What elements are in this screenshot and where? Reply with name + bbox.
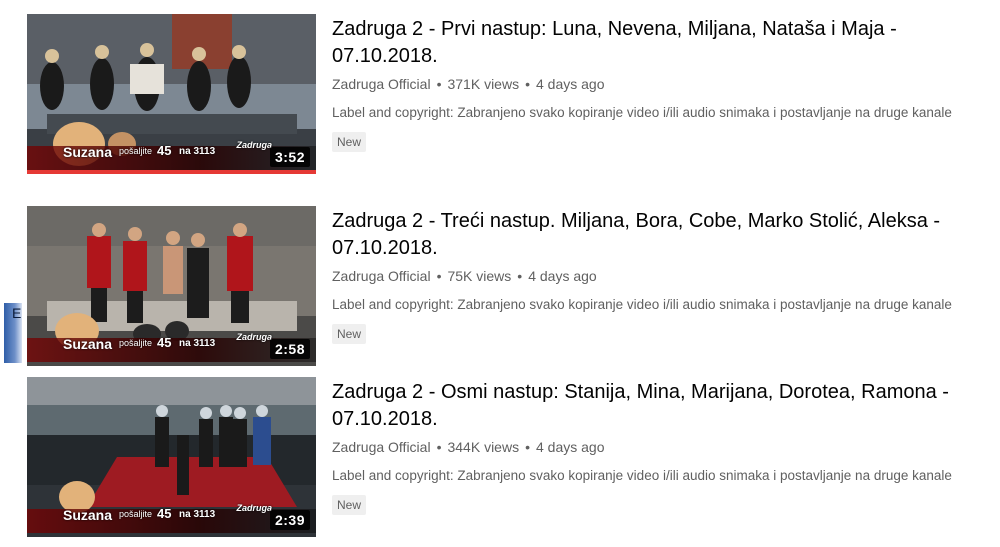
partial-side-element: E [4,303,22,363]
view-count: 75K views [447,268,512,284]
video-result[interactable]: Suzana pošaljite 45 na 3113 Zadruga 2:58… [27,206,1000,371]
video-thumbnail[interactable]: Suzana pošaljite 45 na 3113 Zadruga 2:58 [27,206,316,366]
separator-dot: • [436,439,442,455]
overlay-name: Suzana [63,144,113,160]
separator-dot: • [517,268,523,284]
video-duration: 2:58 [269,339,310,359]
video-results-list: E Suzana pošaljite 45 na 3113 Zadruga 3:… [0,0,1000,547]
video-title[interactable]: Zadruga 2 - Treći nastup. Miljana, Bora,… [332,208,1000,262]
new-badge: New [332,132,367,152]
overlay-name: Suzana [63,336,113,352]
overlay-name: Suzana [63,507,113,523]
overlay-send-text: pošaljite [119,338,153,348]
overlay-number: 45 [157,506,172,521]
video-title[interactable]: Zadruga 2 - Prvi nastup: Luna, Nevena, M… [332,16,1000,70]
channel-name[interactable]: Zadruga Official [332,439,431,455]
video-thumbnail[interactable]: Suzana pošaljite 45 na 3113 Zadruga 2:39 [27,377,316,537]
video-title[interactable]: Zadruga 2 - Osmi nastup: Stanija, Mina, … [332,379,1000,433]
video-meta: Zadruga Official • 75K views • 4 days ago [332,266,1000,286]
overlay-shortcode: na 3113 [179,338,216,349]
video-thumbnail[interactable]: Suzana pošaljite 45 na 3113 Zadruga 3:52 [27,14,316,174]
overlay-send-text: pošaljite [119,146,153,156]
watch-progress-bar [27,170,316,174]
separator-dot: • [436,268,442,284]
upload-age: 4 days ago [535,439,605,455]
channel-name[interactable]: Zadruga Official [332,76,431,92]
video-info: Zadruga 2 - Prvi nastup: Luna, Nevena, M… [332,16,1000,152]
video-info: Zadruga 2 - Osmi nastup: Stanija, Mina, … [332,379,1000,515]
video-description: Label and copyright: Zabranjeno svako ko… [332,297,952,312]
overlay-number: 45 [157,335,172,350]
overlay-send-text: pošaljite [119,509,153,519]
video-result[interactable]: Suzana pošaljite 45 na 3113 Zadruga 2:39… [27,377,1000,542]
video-description: Label and copyright: Zabranjeno svako ko… [332,105,952,120]
video-duration: 2:39 [269,510,310,530]
new-badge: New [332,324,367,344]
overlay-shortcode: na 3113 [179,146,216,157]
overlay-shortcode: na 3113 [179,509,216,520]
video-result[interactable]: Suzana pošaljite 45 na 3113 Zadruga 3:52… [27,14,1000,179]
edge-label: E [12,305,22,321]
upload-age: 4 days ago [528,268,597,284]
video-duration: 3:52 [269,147,310,167]
separator-dot: • [525,76,530,92]
separator-dot: • [436,76,442,92]
overlay-brand-logo: Zadruga [236,332,272,342]
new-badge: New [332,495,367,515]
overlay-brand-logo: Zadruga [236,503,272,513]
video-meta: Zadruga Official • 371K views • 4 days ago [332,74,1000,94]
video-info: Zadruga 2 - Treći nastup. Miljana, Bora,… [332,208,1000,344]
overlay-brand-logo: Zadruga [236,140,272,150]
channel-name[interactable]: Zadruga Official [332,268,431,284]
overlay-number: 45 [157,143,172,158]
video-description: Label and copyright: Zabranjeno svako ko… [332,468,952,483]
upload-age: 4 days ago [535,76,605,92]
view-count: 371K views [447,76,520,92]
view-count: 344K views [447,439,520,455]
separator-dot: • [525,439,530,455]
video-meta: Zadruga Official • 344K views • 4 days ago [332,437,1000,457]
